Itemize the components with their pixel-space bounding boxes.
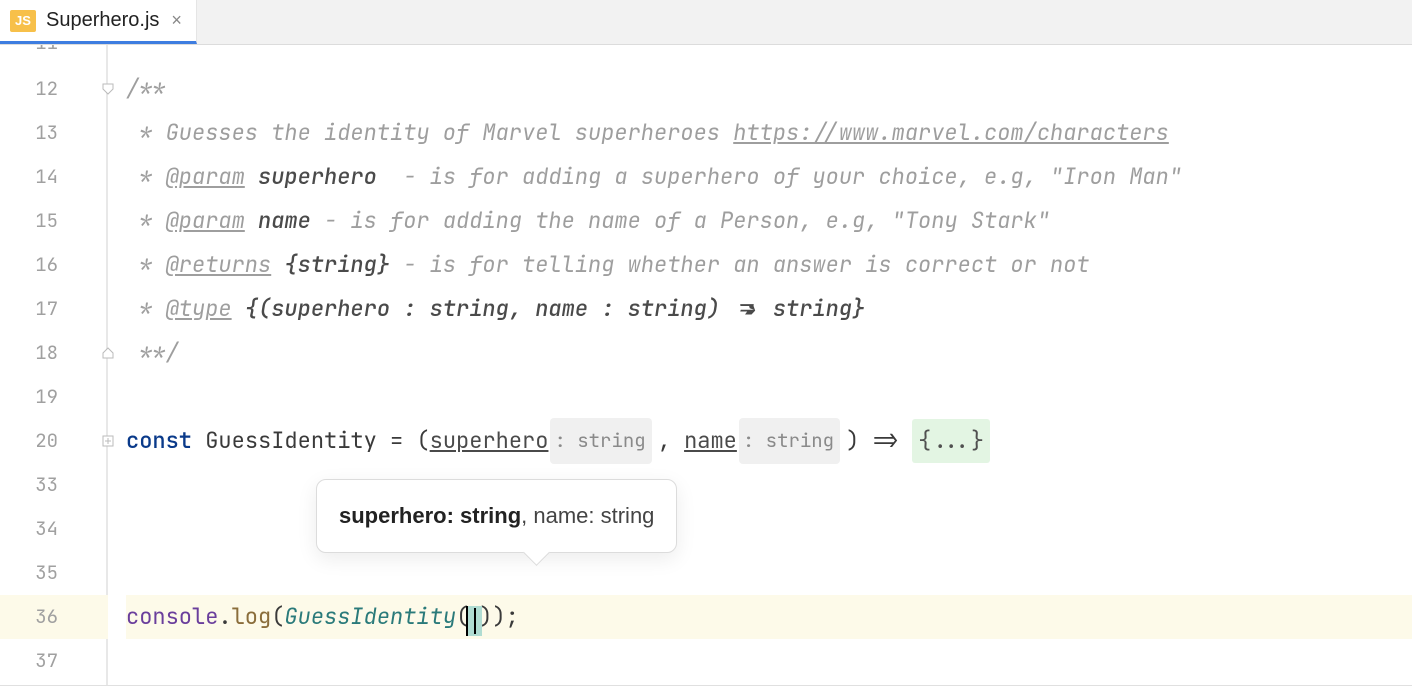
js-file-icon: JS <box>10 10 36 32</box>
folded-code[interactable]: {...} <box>912 419 990 463</box>
line-number: 15 <box>0 199 108 243</box>
code-line: const GuessIdentity = (superhero: string… <box>126 419 1412 463</box>
code-line: * Guesses the identity of Marvel superhe… <box>126 111 1412 155</box>
line-number: 14 <box>0 155 108 199</box>
editor-area[interactable]: 11 12 13 14 15 16 17 18 19 20 <box>0 45 1412 685</box>
editor-window: JS Superhero.js × 11 12 13 14 15 16 17 1… <box>0 0 1412 686</box>
code-line: * @param superhero - is for adding a sup… <box>126 155 1412 199</box>
code-line <box>126 639 1412 683</box>
code-line: **/ <box>126 331 1412 375</box>
tab-filename: Superhero.js <box>46 9 159 32</box>
line-number: 20 <box>0 419 108 463</box>
line-number: 35 <box>0 551 108 595</box>
line-number: 33 <box>0 463 108 507</box>
line-number: 18 <box>0 331 108 375</box>
line-number: 12 <box>0 67 108 111</box>
close-icon[interactable]: × <box>169 10 184 31</box>
code-line <box>126 375 1412 419</box>
type-hint: : string <box>550 418 651 464</box>
parameter-hints-popup: superhero: string, name: string <box>316 479 677 553</box>
other-parameters: , name: string <box>521 503 654 528</box>
line-number: 36 <box>0 595 108 639</box>
line-number: 13 <box>0 111 108 155</box>
code-line <box>126 551 1412 595</box>
code-line: * @returns {string} - is for telling whe… <box>126 243 1412 287</box>
line-number: 16 <box>0 243 108 287</box>
tab-bar: JS Superhero.js × <box>0 0 1412 45</box>
type-hint: : string <box>739 418 840 464</box>
code-line: * @type {(superhero : string, name : str… <box>126 287 1412 331</box>
gutter: 11 12 13 14 15 16 17 18 19 20 <box>0 45 108 685</box>
editor-tab[interactable]: JS Superhero.js × <box>0 0 197 44</box>
line-number: 11 <box>0 45 108 67</box>
code-line-active: console.log(GuessIdentity()); <box>126 595 1412 639</box>
code-line: /** <box>126 67 1412 111</box>
line-number: 19 <box>0 375 108 419</box>
text-caret <box>466 606 482 636</box>
line-number: 37 <box>0 639 108 683</box>
code-area[interactable]: /** * Guesses the identity of Marvel sup… <box>108 45 1412 685</box>
active-parameter: superhero: string <box>339 503 521 528</box>
code-line: * @param name - is for adding the name o… <box>126 199 1412 243</box>
line-number: 34 <box>0 507 108 551</box>
line-number: 17 <box>0 287 108 331</box>
code-line <box>126 45 1412 67</box>
doc-url[interactable]: https://www.marvel.com/characters <box>733 111 1169 155</box>
